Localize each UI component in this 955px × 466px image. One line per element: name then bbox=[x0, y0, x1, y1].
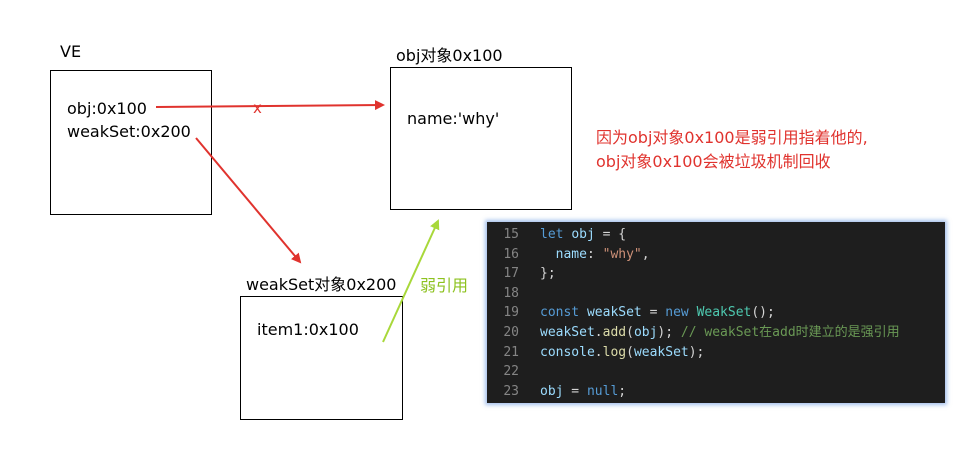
punctuation: }; bbox=[540, 266, 556, 282]
punctuation: = bbox=[641, 305, 666, 321]
line-number: 21 bbox=[503, 344, 519, 360]
punctuation: , bbox=[641, 246, 650, 262]
punctuation: : bbox=[586, 246, 603, 262]
string: "why" bbox=[602, 246, 642, 262]
punctuation: (); bbox=[751, 305, 775, 321]
class-name: WeakSet bbox=[696, 305, 752, 321]
variable: obj bbox=[571, 227, 595, 242]
keyword: let bbox=[540, 227, 564, 242]
property: name bbox=[555, 246, 587, 262]
line-number: 22 bbox=[503, 364, 519, 380]
line-number: 18 bbox=[503, 285, 519, 301]
variable: weakSet bbox=[633, 344, 689, 360]
line-number: 23 bbox=[503, 383, 519, 399]
variable: weakSet bbox=[540, 324, 595, 340]
line-number: 17 bbox=[503, 266, 519, 282]
keyword: const bbox=[540, 305, 580, 321]
weakset-reference-arrow bbox=[195, 137, 302, 264]
code-line-15: 15 let obj = { bbox=[487, 225, 945, 245]
code-line-21: 21 console.log(weakSet); bbox=[487, 343, 945, 363]
broken-reference-mark: x bbox=[253, 99, 262, 117]
line-number: 19 bbox=[503, 305, 519, 321]
code-line-17: 17}; bbox=[487, 264, 945, 284]
comment: // weakSet在add时建立的是强引用 bbox=[680, 324, 900, 340]
weak-reference-arrow bbox=[382, 219, 440, 343]
punctuation: . bbox=[594, 344, 603, 360]
code-line-22: 22 bbox=[487, 362, 945, 382]
obj-reference-arrow bbox=[155, 100, 385, 111]
punctuation: ( bbox=[626, 344, 634, 360]
function-name: log bbox=[602, 344, 627, 360]
function-name: add bbox=[602, 324, 627, 340]
punctuation: ( bbox=[626, 324, 634, 340]
punctuation: . bbox=[594, 324, 603, 340]
variable: obj bbox=[540, 383, 564, 399]
keyword: null bbox=[586, 383, 619, 399]
code-editor: 15 let obj = { 16 name: "why", 17}; 18 19… bbox=[487, 222, 945, 403]
punctuation: ); bbox=[688, 344, 705, 360]
code-line-23: 23 obj = null; bbox=[487, 382, 945, 402]
code-line-18: 18 bbox=[487, 284, 945, 304]
variable: obj bbox=[633, 324, 658, 340]
code-line-19: 19 const weakSet = new WeakSet(); bbox=[487, 303, 945, 323]
code-line-20: 20 weakSet.add(obj); // weakSet在add时建立的是强… bbox=[487, 323, 945, 343]
punctuation: ); bbox=[657, 324, 681, 340]
variable: console bbox=[540, 344, 595, 360]
punctuation: = { bbox=[594, 227, 627, 242]
line-number: 20 bbox=[503, 324, 519, 340]
code-line-16: 16 name: "why", bbox=[487, 245, 945, 265]
keyword: new bbox=[665, 305, 689, 321]
line-number: 15 bbox=[503, 227, 519, 242]
line-number: 16 bbox=[503, 246, 519, 262]
punctuation: = bbox=[563, 383, 587, 399]
punctuation: ; bbox=[618, 383, 627, 399]
variable: weakSet bbox=[586, 305, 642, 321]
